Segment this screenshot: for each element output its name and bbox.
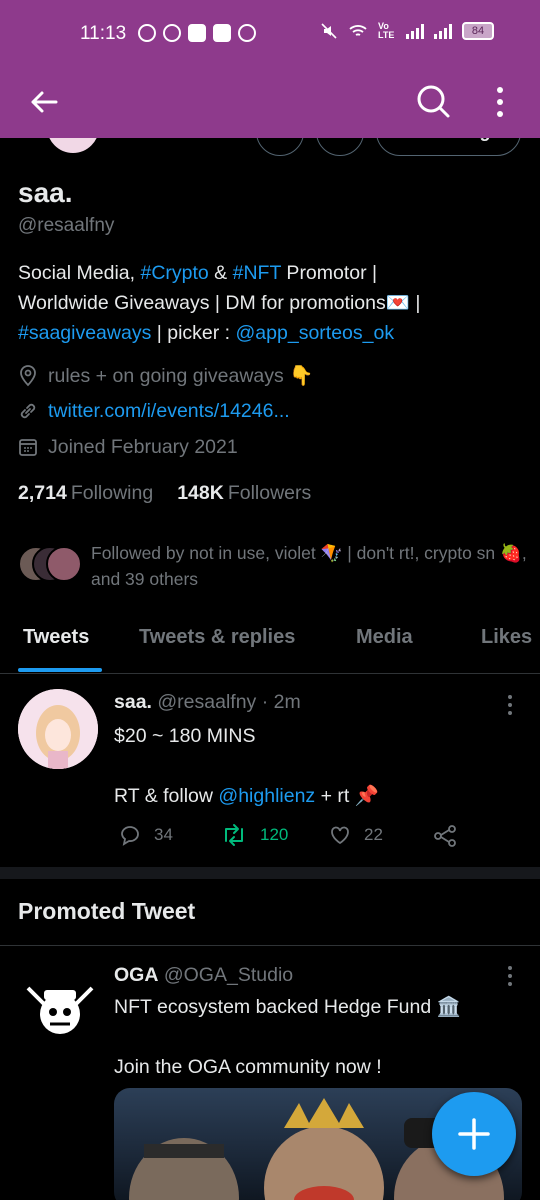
reply-count: 34 — [154, 825, 173, 844]
s-app-icon — [213, 24, 231, 42]
tweet-actions: 34 120 22 — [114, 823, 514, 851]
message-button[interactable] — [256, 138, 304, 156]
profile-avatar[interactable] — [44, 138, 102, 156]
heart-icon — [331, 826, 349, 845]
tweet-line: $20 ~ 180 MINS — [114, 725, 256, 747]
tweet[interactable]: saa. @resaalfny · 2m $20 ~ 180 MINS RT &… — [0, 675, 540, 867]
promo-author-name[interactable]: OGA — [114, 964, 158, 986]
compose-tweet-button[interactable] — [432, 1092, 516, 1176]
plus-icon — [458, 1118, 490, 1150]
promo-header: OGA @OGA_Studio — [114, 964, 293, 987]
avatar — [46, 546, 82, 582]
profile-header-peek: Following — [0, 138, 540, 160]
like-count: 22 — [364, 825, 383, 844]
following-label: Following — [70, 482, 154, 504]
bio-text: Promotor | — [281, 262, 378, 284]
tab-media[interactable]: Media — [356, 626, 413, 649]
tab-tweets-replies[interactable]: Tweets & replies — [139, 626, 295, 649]
profile-link[interactable]: twitter.com/i/events/14246... — [18, 396, 290, 426]
share-icon — [434, 825, 456, 847]
twitter-bird-icon — [238, 24, 256, 42]
reply-button[interactable]: 34 — [118, 823, 173, 847]
tweet-text: $20 ~ 180 MINS RT & follow @highlienz + … — [114, 721, 514, 811]
profile-joined: Joined February 2021 — [18, 432, 238, 462]
profile-location: rules + on going giveaways 👇 — [18, 361, 313, 391]
notification-icons — [138, 24, 256, 42]
share-button[interactable] — [432, 823, 458, 849]
messenger-icon — [138, 24, 156, 42]
oga-logo-icon[interactable] — [22, 972, 98, 1048]
tab-likes[interactable]: Likes — [481, 626, 532, 649]
followers-label: Followers — [227, 482, 312, 504]
promo-handle: @OGA_Studio — [163, 964, 294, 986]
hashtag-saagiveaways[interactable]: #saagiveaways — [18, 322, 151, 344]
promo-line: Join the OGA community now ! — [114, 1056, 382, 1078]
link-icon — [20, 403, 36, 419]
battery-icon: 84 — [462, 22, 494, 40]
bio-text: Worldwide Giveaways | DM for promotions💌… — [18, 292, 421, 314]
reply-icon — [121, 826, 139, 846]
instagram-icon — [188, 24, 206, 42]
tweet-handle-time: @resaalfny · 2m — [157, 691, 301, 713]
tweet-line: RT & follow — [114, 785, 219, 807]
link-text[interactable]: twitter.com/i/events/14246... — [48, 400, 290, 423]
more-vertical-icon[interactable] — [500, 964, 520, 988]
retweet-icon — [225, 824, 243, 846]
bio-text: | picker : — [151, 322, 236, 344]
promo-text: NFT ecosystem backed Hedge Fund 🏛️ Join … — [114, 992, 514, 1082]
profile-display-name: saa. — [18, 177, 73, 208]
profile-bio: Social Media, #Crypto & #NFT Promotor | … — [18, 258, 528, 348]
tweet-line: + rt 📌 — [315, 785, 380, 807]
retweet-count: 120 — [260, 825, 289, 844]
mention-highlienz[interactable]: @highlienz — [218, 785, 315, 807]
active-tab-indicator — [18, 668, 102, 672]
retweet-button[interactable]: 120 — [220, 823, 288, 847]
signal-2-icon — [434, 23, 452, 39]
arrow-left-icon[interactable] — [26, 84, 62, 120]
following-count-link[interactable]: 2,714 Following — [18, 482, 153, 505]
followers-count: 148K — [177, 482, 224, 504]
avatar-illustration — [18, 689, 98, 769]
calendar-icon — [19, 439, 37, 456]
following-button[interactable]: Following — [376, 138, 521, 156]
followed-by-text: Followed by not in use, violet 🪁 | don't… — [91, 543, 527, 589]
bio-text: & — [208, 262, 233, 284]
following-count: 2,714 — [18, 482, 67, 504]
followed-by-avatars — [18, 546, 82, 582]
pinterest-icon — [163, 24, 181, 42]
hashtag-nft[interactable]: #NFT — [233, 262, 281, 284]
promoted-title: Promoted Tweet — [18, 898, 196, 924]
profile-tabs: Tweets Tweets & replies Media Likes — [0, 612, 540, 674]
hashtag-crypto[interactable]: #Crypto — [140, 262, 208, 284]
tweet-author-name[interactable]: saa. — [114, 691, 152, 713]
status-time: 11:13 — [80, 23, 127, 44]
like-button[interactable]: 22 — [328, 823, 383, 847]
tweet-header: saa. @resaalfny · 2m — [114, 691, 301, 714]
bio-text: Social Media, — [18, 262, 141, 284]
location-pin-icon — [20, 365, 36, 387]
search-icon[interactable] — [414, 82, 452, 120]
status-bar: 11:13 Vo LTE 84 — [0, 0, 540, 68]
more-vertical-icon[interactable] — [488, 82, 512, 122]
app-bar — [0, 68, 540, 138]
profile-handle: @resaalfny — [18, 215, 115, 236]
section-divider — [0, 867, 540, 879]
system-icons: Vo LTE 84 — [320, 22, 494, 40]
location-text: rules + on going giveaways 👇 — [48, 365, 314, 387]
follow-counts: 2,714 Following 148K Followers — [18, 482, 311, 505]
mute-icon — [321, 23, 337, 39]
wifi-icon — [349, 25, 367, 36]
joined-text: Joined February 2021 — [48, 435, 238, 458]
tab-tweets[interactable]: Tweets — [23, 626, 89, 649]
mention-app-sorteos[interactable]: @app_sorteos_ok — [236, 322, 395, 344]
promo-line: NFT ecosystem backed Hedge Fund 🏛️ — [114, 996, 461, 1018]
notify-button[interactable] — [316, 138, 364, 156]
tweet-avatar[interactable] — [18, 689, 98, 769]
network-label: Vo LTE — [378, 21, 395, 40]
signal-icon — [406, 23, 424, 39]
followers-count-link[interactable]: 148K Followers — [177, 482, 311, 505]
more-vertical-icon[interactable] — [500, 693, 520, 717]
